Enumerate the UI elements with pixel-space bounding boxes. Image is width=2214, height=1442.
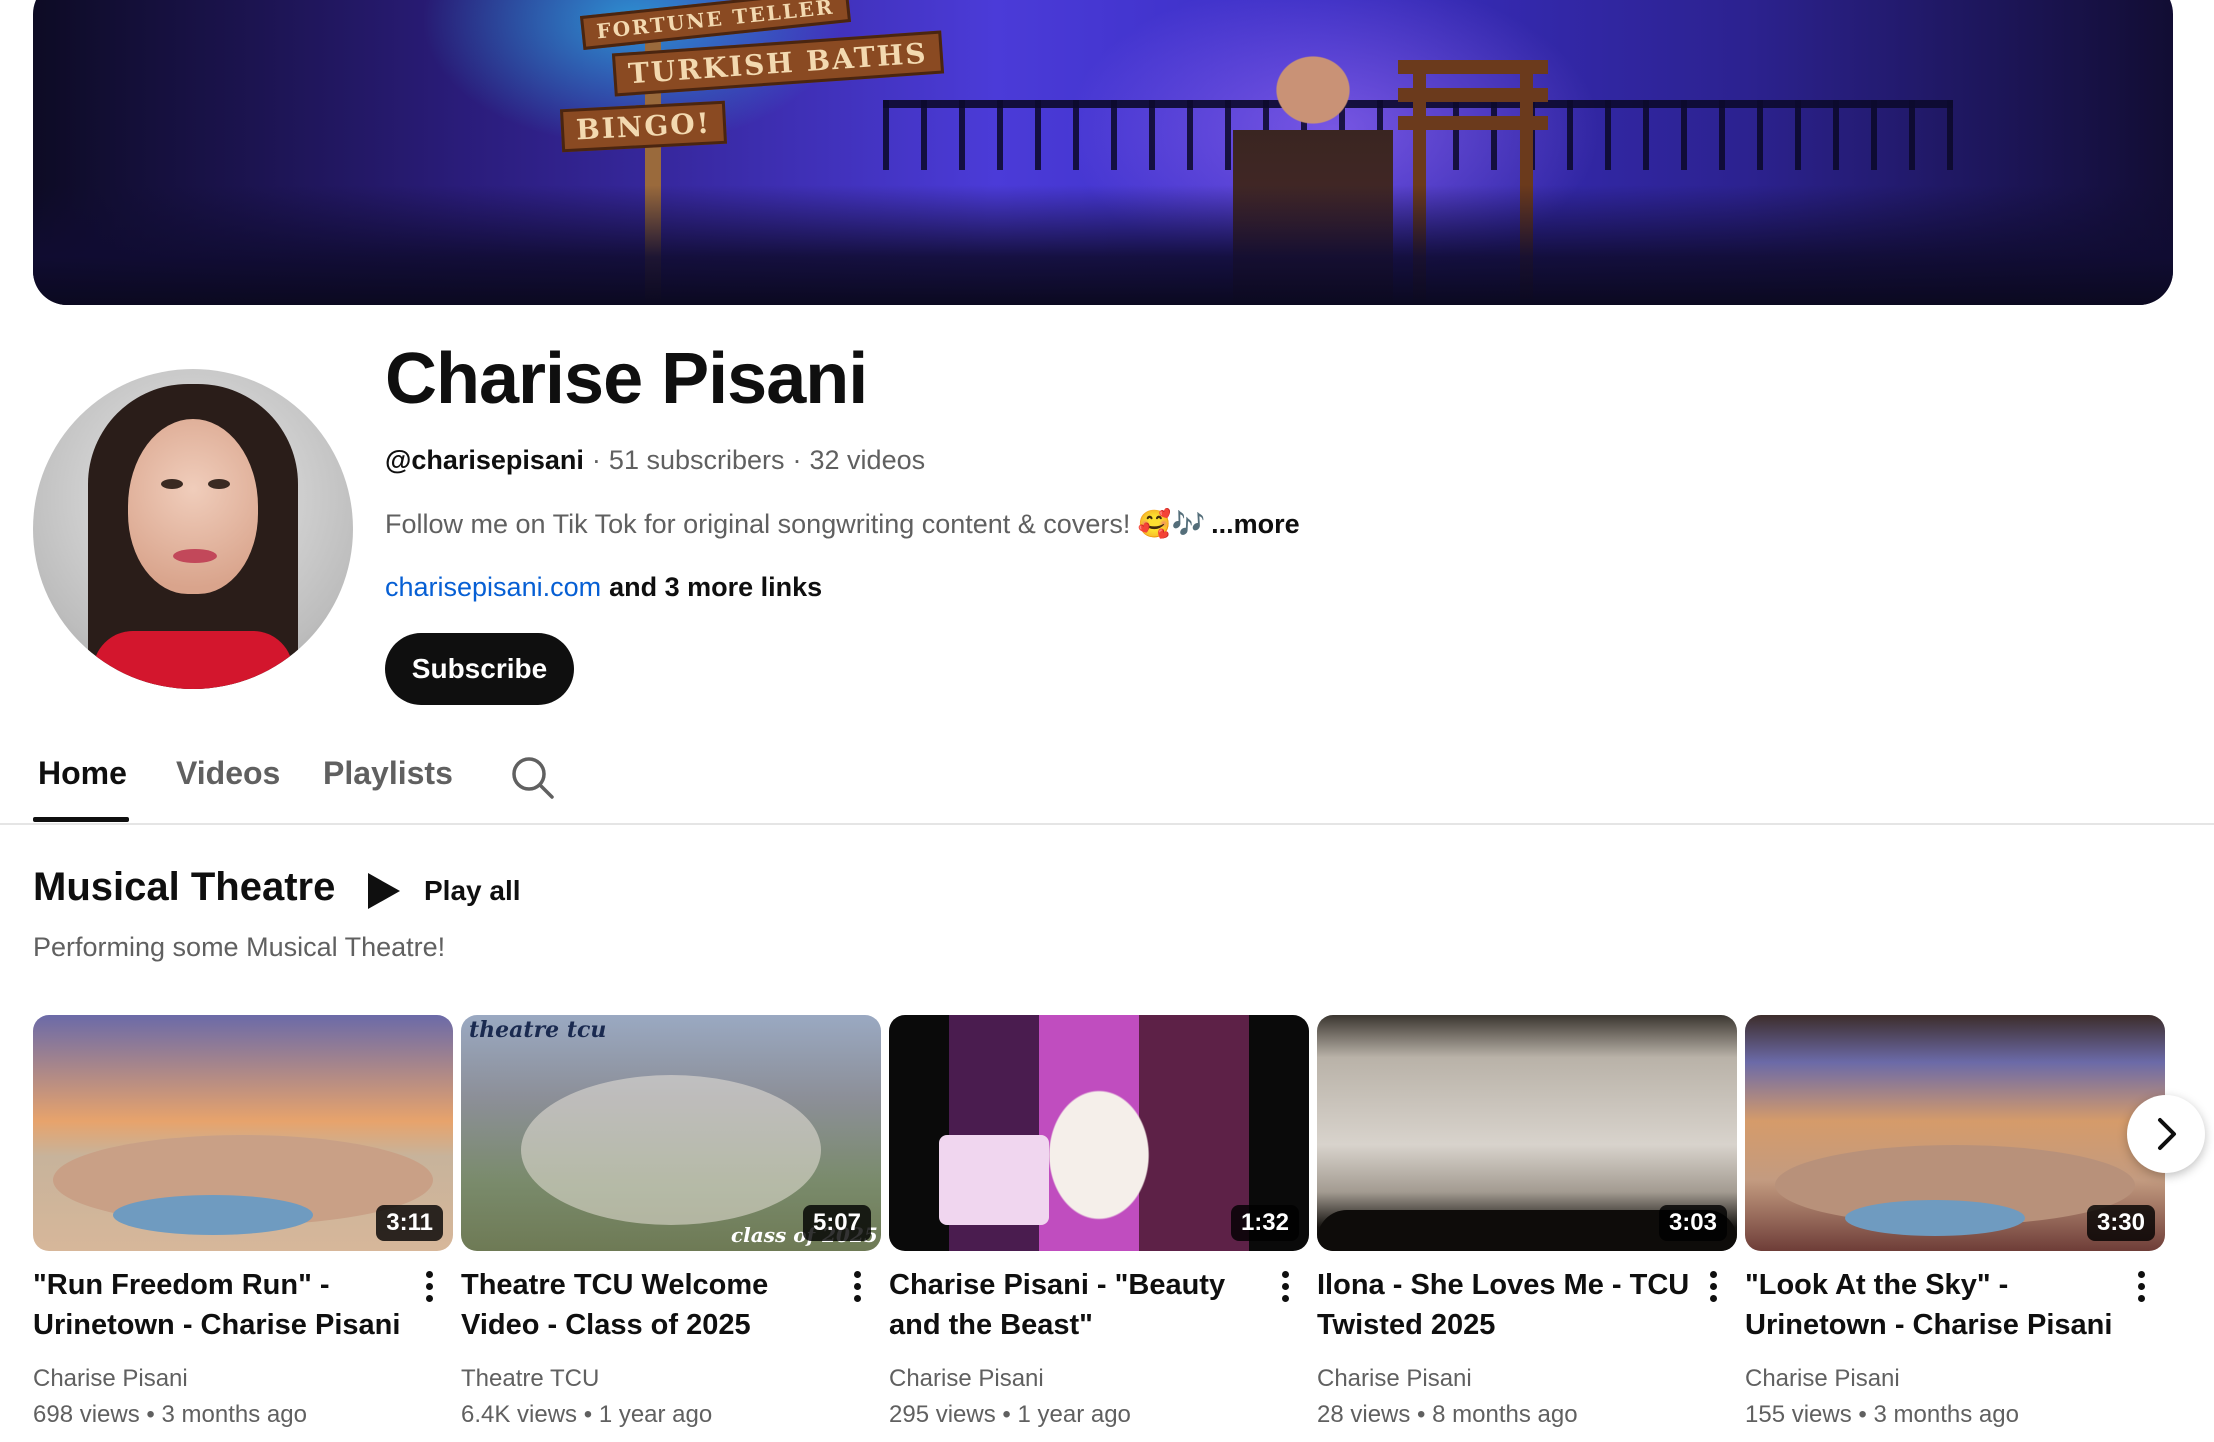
video-thumbnail[interactable]: 3:03 [1317,1015,1737,1251]
shelf-subtitle: Performing some Musical Theatre! [33,932,446,962]
play-all-label: Play all [424,875,521,906]
video-title[interactable]: "Run Freedom Run" - Urinetown - Charise … [33,1265,411,1345]
video-thumbnail[interactable]: 3:30 [1745,1015,2165,1251]
banner-sign-bingo: BINGO! [559,100,727,153]
video-views: 155 views [1745,1401,1852,1428]
video-stats: 698 views • 3 months ago [33,1401,307,1428]
description-more-button[interactable]: ...more [1211,509,1300,539]
video-views: 6.4K views [461,1401,578,1428]
tab-home[interactable]: Home [38,755,127,792]
more-vert-icon[interactable] [849,1268,865,1308]
video-duration: 5:07 [802,1205,871,1241]
channel-meta: @charisepisani · 51 subscribers · 32 videos [385,445,925,476]
video-stats: 6.4K views • 1 year ago [461,1401,713,1428]
video-stats: 28 views • 8 months ago [1317,1401,1578,1428]
channel-name: Charise Pisani [385,339,868,419]
avatar-eye [208,479,230,489]
channel-tabs: Home Videos Playlists [0,745,2214,825]
video-age: 3 months ago [161,1401,307,1428]
video-duration: 3:11 [376,1205,443,1241]
video-channel[interactable]: Charise Pisani [1317,1365,1472,1393]
channel-page: FORTUNE TELLER TURKISH BATHS BINGO! Char… [0,0,2214,1442]
video-card[interactable]: 3:11 "Run Freedom Run" - Urinetown - Cha… [33,1015,453,1428]
video-age: 3 months ago [1873,1401,2019,1428]
avatar-top [93,631,293,689]
video-age: 1 year ago [1017,1401,1131,1428]
video-stats: 295 views • 1 year ago [889,1401,1131,1428]
meta-separator: · [792,445,802,475]
more-vert-icon[interactable] [2133,1268,2149,1308]
search-icon[interactable] [510,755,556,801]
active-tab-indicator [33,817,129,822]
video-title[interactable]: Charise Pisani - "Beauty and the Beast" [889,1265,1267,1345]
video-channel[interactable]: Charise Pisani [33,1365,188,1393]
video-card[interactable]: 1:32 Charise Pisani - "Beauty and the Be… [889,1015,1309,1428]
banner-stage [33,185,2173,305]
video-views: 28 views [1317,1401,1411,1428]
video-thumbnail[interactable]: 1:32 [889,1015,1309,1251]
video-title[interactable]: "Look At the Sky" - Urinetown - Charise … [1745,1265,2123,1345]
video-stats: 155 views • 3 months ago [1745,1401,2019,1428]
video-duration: 3:30 [2086,1205,2155,1241]
video-age: 1 year ago [598,1401,713,1428]
more-vert-icon[interactable] [421,1268,437,1308]
channel-links: charisepisani.com and 3 more links [385,572,822,603]
channel-banner: FORTUNE TELLER TURKISH BATHS BINGO! [33,0,2173,305]
video-thumbnail[interactable]: 3:11 [33,1015,453,1251]
avatar-eye [161,479,183,489]
subscribe-button[interactable]: Subscribe [385,633,574,705]
avatar-face [128,419,258,594]
shelf-title[interactable]: Musical Theatre [33,865,335,910]
description-text: Follow me on Tik Tok for original songwr… [385,509,1206,539]
thumbnail-overlay-top: theatre tcu [469,1017,607,1043]
video-title[interactable]: Ilona - She Loves Me - TCU Twisted 2025 [1317,1265,1695,1345]
channel-handle: @charisepisani [385,445,584,475]
video-count: 32 videos [809,445,926,475]
video-age: 8 months ago [1432,1401,1578,1428]
video-thumbnail[interactable]: theatre tcu class of 2025 5:07 [461,1015,881,1251]
channel-website-link[interactable]: charisepisani.com [385,572,601,602]
avatar-lips [173,549,217,563]
more-links-button[interactable]: and 3 more links [609,572,822,602]
channel-description[interactable]: Follow me on Tik Tok for original songwr… [385,508,1300,540]
video-card[interactable]: 3:30 "Look At the Sky" - Urinetown - Cha… [1745,1015,2165,1428]
subscriber-count: 51 subscribers [608,445,785,475]
video-card[interactable]: 3:03 Ilona - She Loves Me - TCU Twisted … [1317,1015,1737,1428]
channel-avatar[interactable] [33,369,353,689]
tab-videos[interactable]: Videos [176,755,280,792]
shelf-next-button[interactable] [2127,1095,2205,1173]
video-channel[interactable]: Theatre TCU [461,1365,599,1393]
more-vert-icon[interactable] [1277,1268,1293,1308]
chevron-right-icon [2158,1118,2176,1150]
video-title[interactable]: Theatre TCU Welcome Video - Class of 202… [461,1265,839,1345]
video-views: 295 views [889,1401,996,1428]
meta-separator: · [591,445,601,475]
play-icon [368,873,400,909]
video-channel[interactable]: Charise Pisani [889,1365,1044,1393]
video-duration: 3:03 [1658,1205,1727,1241]
more-vert-icon[interactable] [1705,1268,1721,1308]
play-all-button[interactable]: Play all [362,868,521,914]
video-channel[interactable]: Charise Pisani [1745,1365,1900,1393]
video-views: 698 views [33,1401,140,1428]
video-card[interactable]: theatre tcu class of 2025 5:07 Theatre T… [461,1015,881,1428]
video-duration: 1:32 [1230,1205,1299,1241]
tab-playlists[interactable]: Playlists [323,755,453,792]
